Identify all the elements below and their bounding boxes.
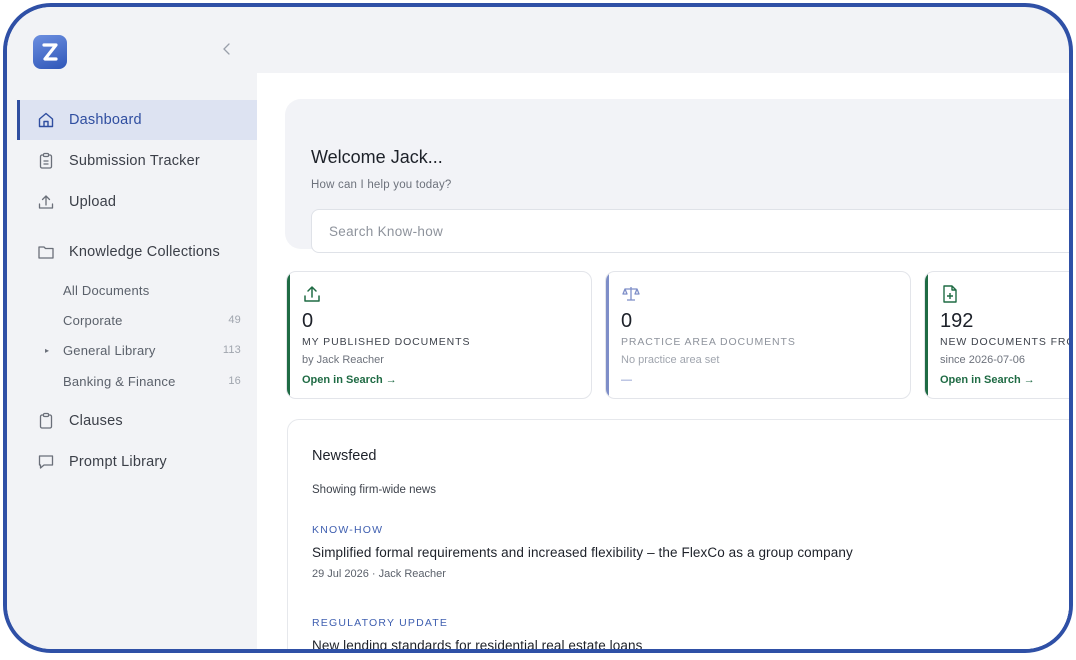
news-meta: 29 Jul 2026 · Jack Reacher xyxy=(312,568,446,580)
collection-banking-finance[interactable]: Banking & Finance 16 xyxy=(63,368,241,394)
sidebar-item-clauses[interactable]: Clauses xyxy=(17,401,257,441)
collection-count: 49 xyxy=(228,314,241,326)
upload-icon xyxy=(304,286,320,302)
sidebar-item-submission-tracker[interactable]: Submission Tracker xyxy=(17,141,257,181)
open-in-search-link[interactable]: Open in Search → xyxy=(302,374,397,386)
chevron-left-icon[interactable] xyxy=(219,41,235,57)
sidebar-item-label: Clauses xyxy=(69,413,123,429)
sidebar-item-knowledge-collections[interactable]: Knowledge Collections xyxy=(17,232,257,272)
clipboard-icon xyxy=(39,412,53,429)
app-logo[interactable] xyxy=(33,35,67,69)
welcome-subtitle: How can I help you today? xyxy=(311,179,452,191)
stat-description: by Jack Reacher xyxy=(302,354,384,366)
upload-icon xyxy=(38,195,54,209)
sidebar-item-prompt-library[interactable]: Prompt Library xyxy=(17,442,257,482)
collection-label: General Library xyxy=(63,342,156,358)
stat-description: No practice area set xyxy=(621,354,720,366)
stat-value: 0 xyxy=(621,310,633,332)
sidebar-item-label: Prompt Library xyxy=(69,454,167,470)
newsfeed-title: Newsfeed xyxy=(312,448,377,464)
collection-general-library[interactable]: ▸ General Library 113 xyxy=(45,337,241,363)
open-in-search-link[interactable]: Open in Search → xyxy=(940,374,1035,386)
stat-card-practice-area: 0 PRACTICE AREA DOCUMENTS No practice ar… xyxy=(605,271,911,399)
stat-label: NEW DOCUMENTS FRO xyxy=(940,336,1073,348)
main-content: Welcome Jack... How can I help you today… xyxy=(257,73,1069,649)
folder-icon xyxy=(38,246,54,259)
expand-caret-icon[interactable]: ▸ xyxy=(45,346,49,355)
home-icon xyxy=(38,112,54,128)
welcome-panel: Welcome Jack... How can I help you today… xyxy=(285,99,1069,253)
news-item[interactable]: REGULATORY UPDATE New lending standards … xyxy=(312,617,642,649)
stat-description: since 2026-07-06 xyxy=(940,354,1026,366)
search-input[interactable] xyxy=(311,209,1069,253)
stat-value: 0 xyxy=(302,310,314,332)
logo-icon xyxy=(42,43,58,61)
stat-label: MY PUBLISHED DOCUMENTS xyxy=(302,336,471,348)
collection-all-documents[interactable]: All Documents xyxy=(63,277,241,303)
app-window: Dashboard Submission Tracker Upload Know… xyxy=(3,3,1073,653)
file-plus-icon xyxy=(943,285,957,303)
placeholder-dash: — xyxy=(621,374,632,386)
news-title[interactable]: Simplified formal requirements and incre… xyxy=(312,545,853,560)
clipboard-icon xyxy=(39,152,53,169)
sidebar: Dashboard Submission Tracker Upload Know… xyxy=(7,7,257,649)
sidebar-item-upload[interactable]: Upload xyxy=(17,182,257,222)
sidebar-item-label: Knowledge Collections xyxy=(69,244,220,260)
scales-icon xyxy=(622,287,640,301)
news-item[interactable]: KNOW-HOW Simplified formal requirements … xyxy=(312,524,853,580)
news-tag: KNOW-HOW xyxy=(312,524,384,536)
stat-label: PRACTICE AREA DOCUMENTS xyxy=(621,336,796,348)
sidebar-item-dashboard[interactable]: Dashboard xyxy=(17,100,257,140)
collection-count: 16 xyxy=(228,375,241,387)
collection-label: Corporate xyxy=(63,312,123,328)
stat-card-new-documents: 192 NEW DOCUMENTS FRO since 2026-07-06 O… xyxy=(924,271,1073,399)
collection-label: Banking & Finance xyxy=(63,373,176,389)
sidebar-item-label: Dashboard xyxy=(69,112,142,128)
news-title[interactable]: New lending standards for residential re… xyxy=(312,638,642,649)
collection-label: All Documents xyxy=(63,282,150,298)
stat-card-published: 0 MY PUBLISHED DOCUMENTS by Jack Reacher… xyxy=(286,271,592,399)
collection-corporate[interactable]: Corporate 49 xyxy=(63,307,241,333)
chat-icon xyxy=(38,455,54,469)
newsfeed-filter: Showing firm-wide news xyxy=(312,484,436,496)
newsfeed-panel: Newsfeed Showing firm-wide news KNOW-HOW… xyxy=(287,419,1069,649)
welcome-title: Welcome Jack... xyxy=(311,147,443,167)
stat-value: 192 xyxy=(940,310,974,332)
sidebar-item-label: Submission Tracker xyxy=(69,153,200,169)
news-tag: REGULATORY UPDATE xyxy=(312,617,449,629)
sidebar-item-label: Upload xyxy=(69,194,117,210)
collection-count: 113 xyxy=(222,344,241,356)
